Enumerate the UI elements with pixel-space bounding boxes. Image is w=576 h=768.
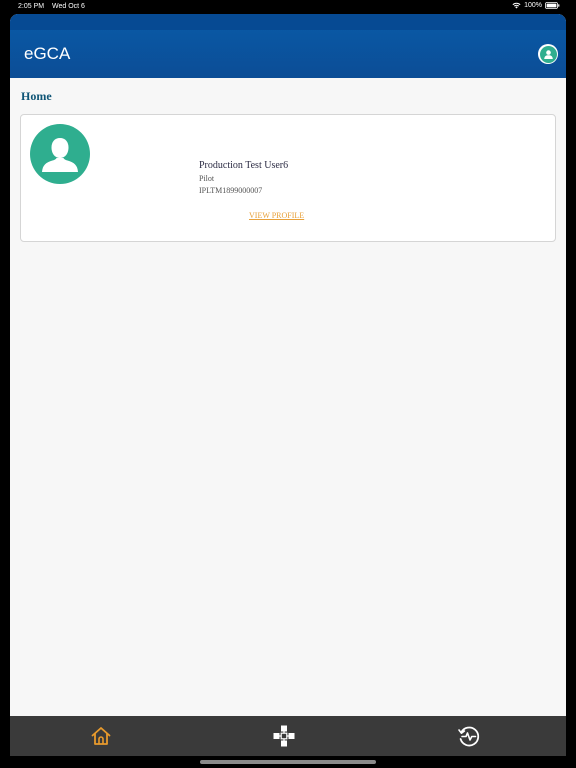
app-window: eGCA Home Production Test User6 Pilot IP…: [10, 14, 566, 756]
tab-services[interactable]: [271, 723, 297, 749]
user-card: Production Test User6 Pilot IPLTM1899000…: [20, 114, 556, 242]
bottom-tab-bar: [10, 716, 566, 756]
user-role: Pilot: [199, 174, 215, 183]
page-title: Home: [21, 89, 52, 103]
user-id: IPLTM1899000007: [199, 186, 263, 195]
status-date: Wed Oct 6: [52, 3, 85, 10]
app-title: eGCA: [24, 44, 71, 63]
app-header: eGCA: [10, 14, 566, 78]
battery-percentage: 100%: [524, 2, 542, 9]
person-silhouette-icon: [42, 138, 78, 172]
avatar: [30, 124, 90, 184]
battery-icon: [545, 2, 560, 9]
activity-history-icon: [458, 726, 480, 747]
status-indicators: 100%: [512, 2, 560, 9]
home-icon: [91, 727, 111, 745]
user-name: Production Test User6: [199, 160, 289, 171]
view-profile-link[interactable]: VIEW PROFILE: [249, 211, 304, 220]
profile-button[interactable]: [538, 44, 558, 64]
status-time: 2:05 PM: [18, 3, 45, 10]
home-indicator: [200, 760, 376, 764]
user-icon: [539, 45, 557, 63]
services-network-icon: [273, 725, 295, 747]
wifi-icon: [512, 2, 521, 9]
header-top-band: [10, 14, 566, 30]
tab-home[interactable]: [88, 723, 114, 749]
status-bar: 2:05 PM Wed Oct 6 100%: [0, 0, 576, 14]
tab-activity[interactable]: [456, 723, 482, 749]
